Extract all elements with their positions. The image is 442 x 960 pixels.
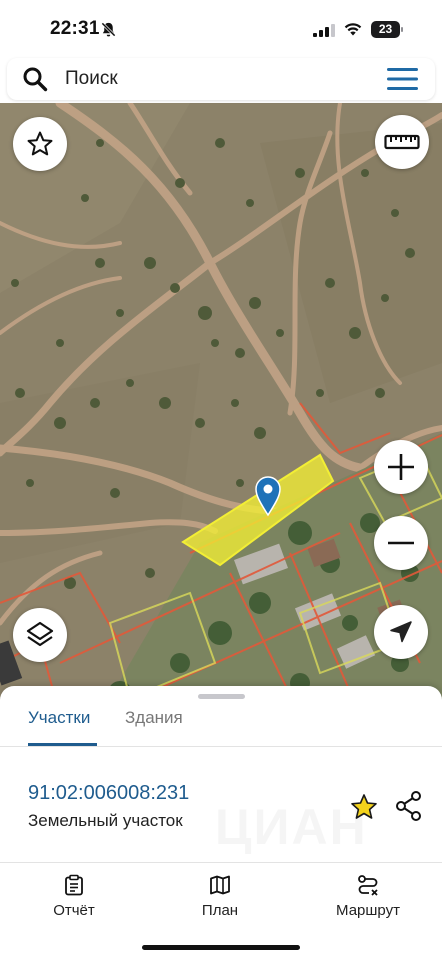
map-icon: [210, 875, 230, 895]
map-view[interactable]: [0, 103, 442, 715]
wifi-icon: [344, 23, 362, 36]
cadastral-number[interactable]: 91:02:006008:231: [28, 782, 189, 805]
battery-nub: [401, 27, 403, 32]
my-location-button[interactable]: [374, 605, 428, 659]
minus-icon: [388, 541, 414, 545]
report-icon: [65, 874, 83, 896]
battery-indicator: 23: [371, 21, 403, 38]
watermark: ЦИАН: [215, 798, 368, 856]
search-bar[interactable]: [7, 58, 435, 100]
ruler-icon: [384, 134, 420, 150]
battery-level: 23: [371, 21, 400, 38]
signal-icon: [313, 24, 335, 37]
layers-icon: [26, 621, 54, 647]
status-bar: 22:31 23: [0, 0, 442, 58]
hamburger-menu-icon[interactable]: [387, 68, 418, 90]
tab-parcels[interactable]: Участки: [28, 708, 90, 746]
share-icon[interactable]: [394, 790, 424, 822]
parcel-type: Земельный участок: [28, 811, 183, 830]
route-icon: [358, 875, 378, 896]
bell-slash-icon: [101, 22, 116, 37]
nav-route[interactable]: Маршрут: [318, 874, 418, 926]
zoom-out-button[interactable]: [374, 516, 428, 570]
star-icon: [27, 131, 53, 156]
sheet-drag-handle[interactable]: [198, 694, 245, 699]
nav-report[interactable]: Отчёт: [24, 874, 124, 926]
search-icon[interactable]: [22, 66, 48, 92]
search-input[interactable]: [65, 58, 365, 100]
nav-route-label: Маршрут: [336, 902, 400, 919]
divider: [0, 746, 442, 747]
tab-buildings[interactable]: Здания: [125, 708, 183, 746]
status-time: 22:31: [50, 18, 100, 39]
nav-plan-label: План: [201, 902, 239, 919]
navigation-arrow-icon: [390, 621, 412, 643]
plus-icon: [388, 454, 414, 480]
nav-report-label: Отчёт: [53, 902, 95, 919]
favorite-button[interactable]: [13, 117, 67, 171]
ruler-button[interactable]: [375, 115, 429, 169]
home-indicator[interactable]: [142, 945, 300, 950]
nav-plan[interactable]: План: [170, 874, 270, 926]
star-icon[interactable]: [349, 792, 379, 822]
zoom-in-button[interactable]: [374, 440, 428, 494]
parcel-bottom-sheet[interactable]: Участки Здания ЦИАН 91:02:006008:231 Зем…: [0, 686, 442, 960]
layers-button[interactable]: [13, 608, 67, 662]
divider: [0, 862, 442, 863]
